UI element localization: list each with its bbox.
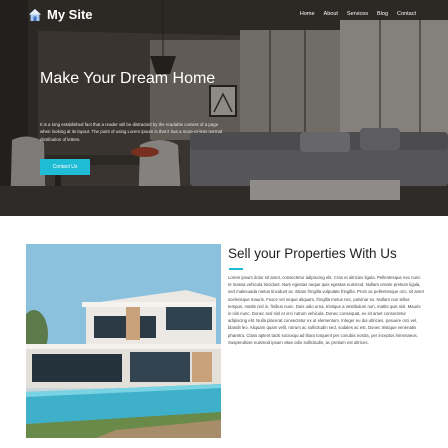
property-photo (26, 244, 221, 438)
contact-us-button[interactable]: Contact Us (40, 159, 90, 175)
hero-overlay (0, 0, 448, 216)
nav-link-contact[interactable]: Contact (397, 11, 416, 17)
section-title: Sell your Properties With Us (228, 246, 397, 261)
title-accent-rule (229, 268, 243, 270)
top-navigation: My Site Home About Services Blog Contact (0, 0, 448, 30)
hero-title: Make Your Dream Home (40, 70, 216, 87)
section-body-text: Lorem ipsum dolor sit amet, consectetur … (228, 275, 424, 345)
house-icon (29, 8, 41, 21)
site-brand[interactable]: My Site (28, 7, 93, 22)
modern-house-image (26, 244, 221, 438)
site-name: My Site (47, 7, 93, 22)
hero-description: It is a long established fact that a rea… (40, 122, 222, 142)
nav-link-home[interactable]: Home (300, 11, 315, 17)
nav-link-services[interactable]: Services (347, 11, 368, 17)
nav-link-about[interactable]: About (324, 11, 338, 17)
nav-link-blog[interactable]: Blog (377, 11, 388, 17)
hero-banner: My Site Home About Services Blog Contact… (0, 0, 448, 216)
nav-menu: Home About Services Blog Contact (300, 11, 416, 17)
